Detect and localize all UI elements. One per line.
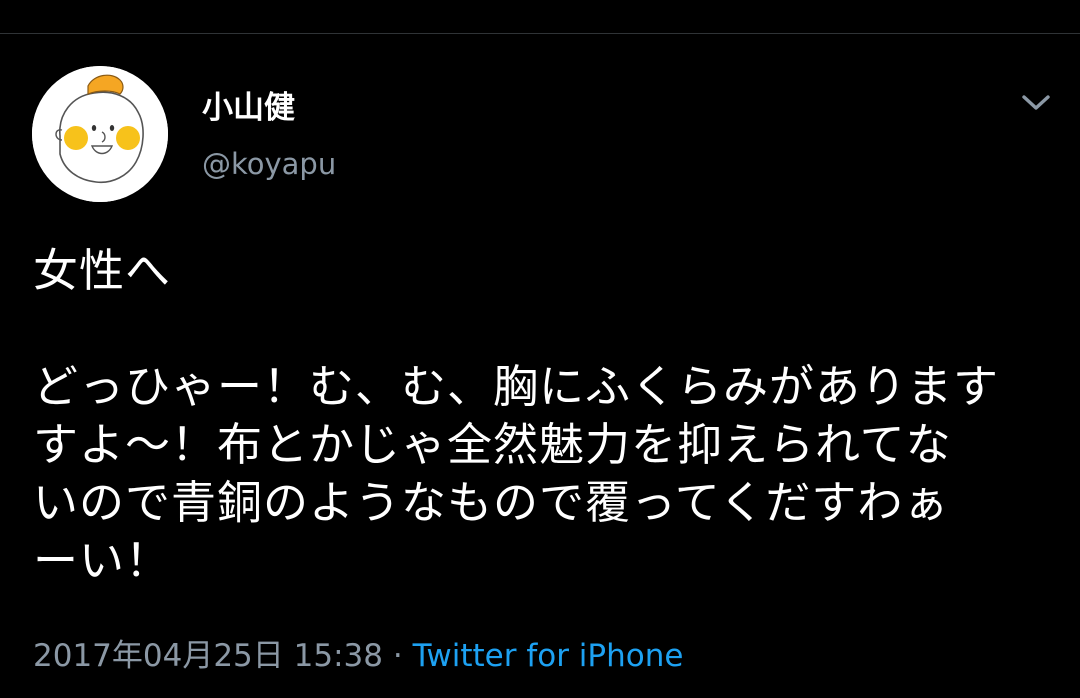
user-handle[interactable]: @koyapu — [202, 147, 336, 181]
tweet-meta: 2017年04月25日 15:38 · Twitter for iPhone — [33, 630, 683, 675]
meta-separator: · — [392, 638, 403, 674]
tweet-text: 女性へ どっひゃー！む、む、胸にふくらみがあります すよ〜！布とかじゃ全然魅力を… — [33, 244, 1000, 587]
avatar-illustration — [32, 66, 168, 202]
chevron-down-icon — [1022, 95, 1050, 110]
display-name[interactable]: 小山健 — [202, 82, 295, 127]
tweet-source-link[interactable]: Twitter for iPhone — [413, 638, 684, 674]
more-options-button[interactable] — [1016, 86, 1056, 118]
tweet-timestamp[interactable]: 2017年04月25日 15:38 — [33, 638, 383, 674]
top-divider — [0, 33, 1080, 34]
avatar[interactable] — [32, 66, 168, 202]
